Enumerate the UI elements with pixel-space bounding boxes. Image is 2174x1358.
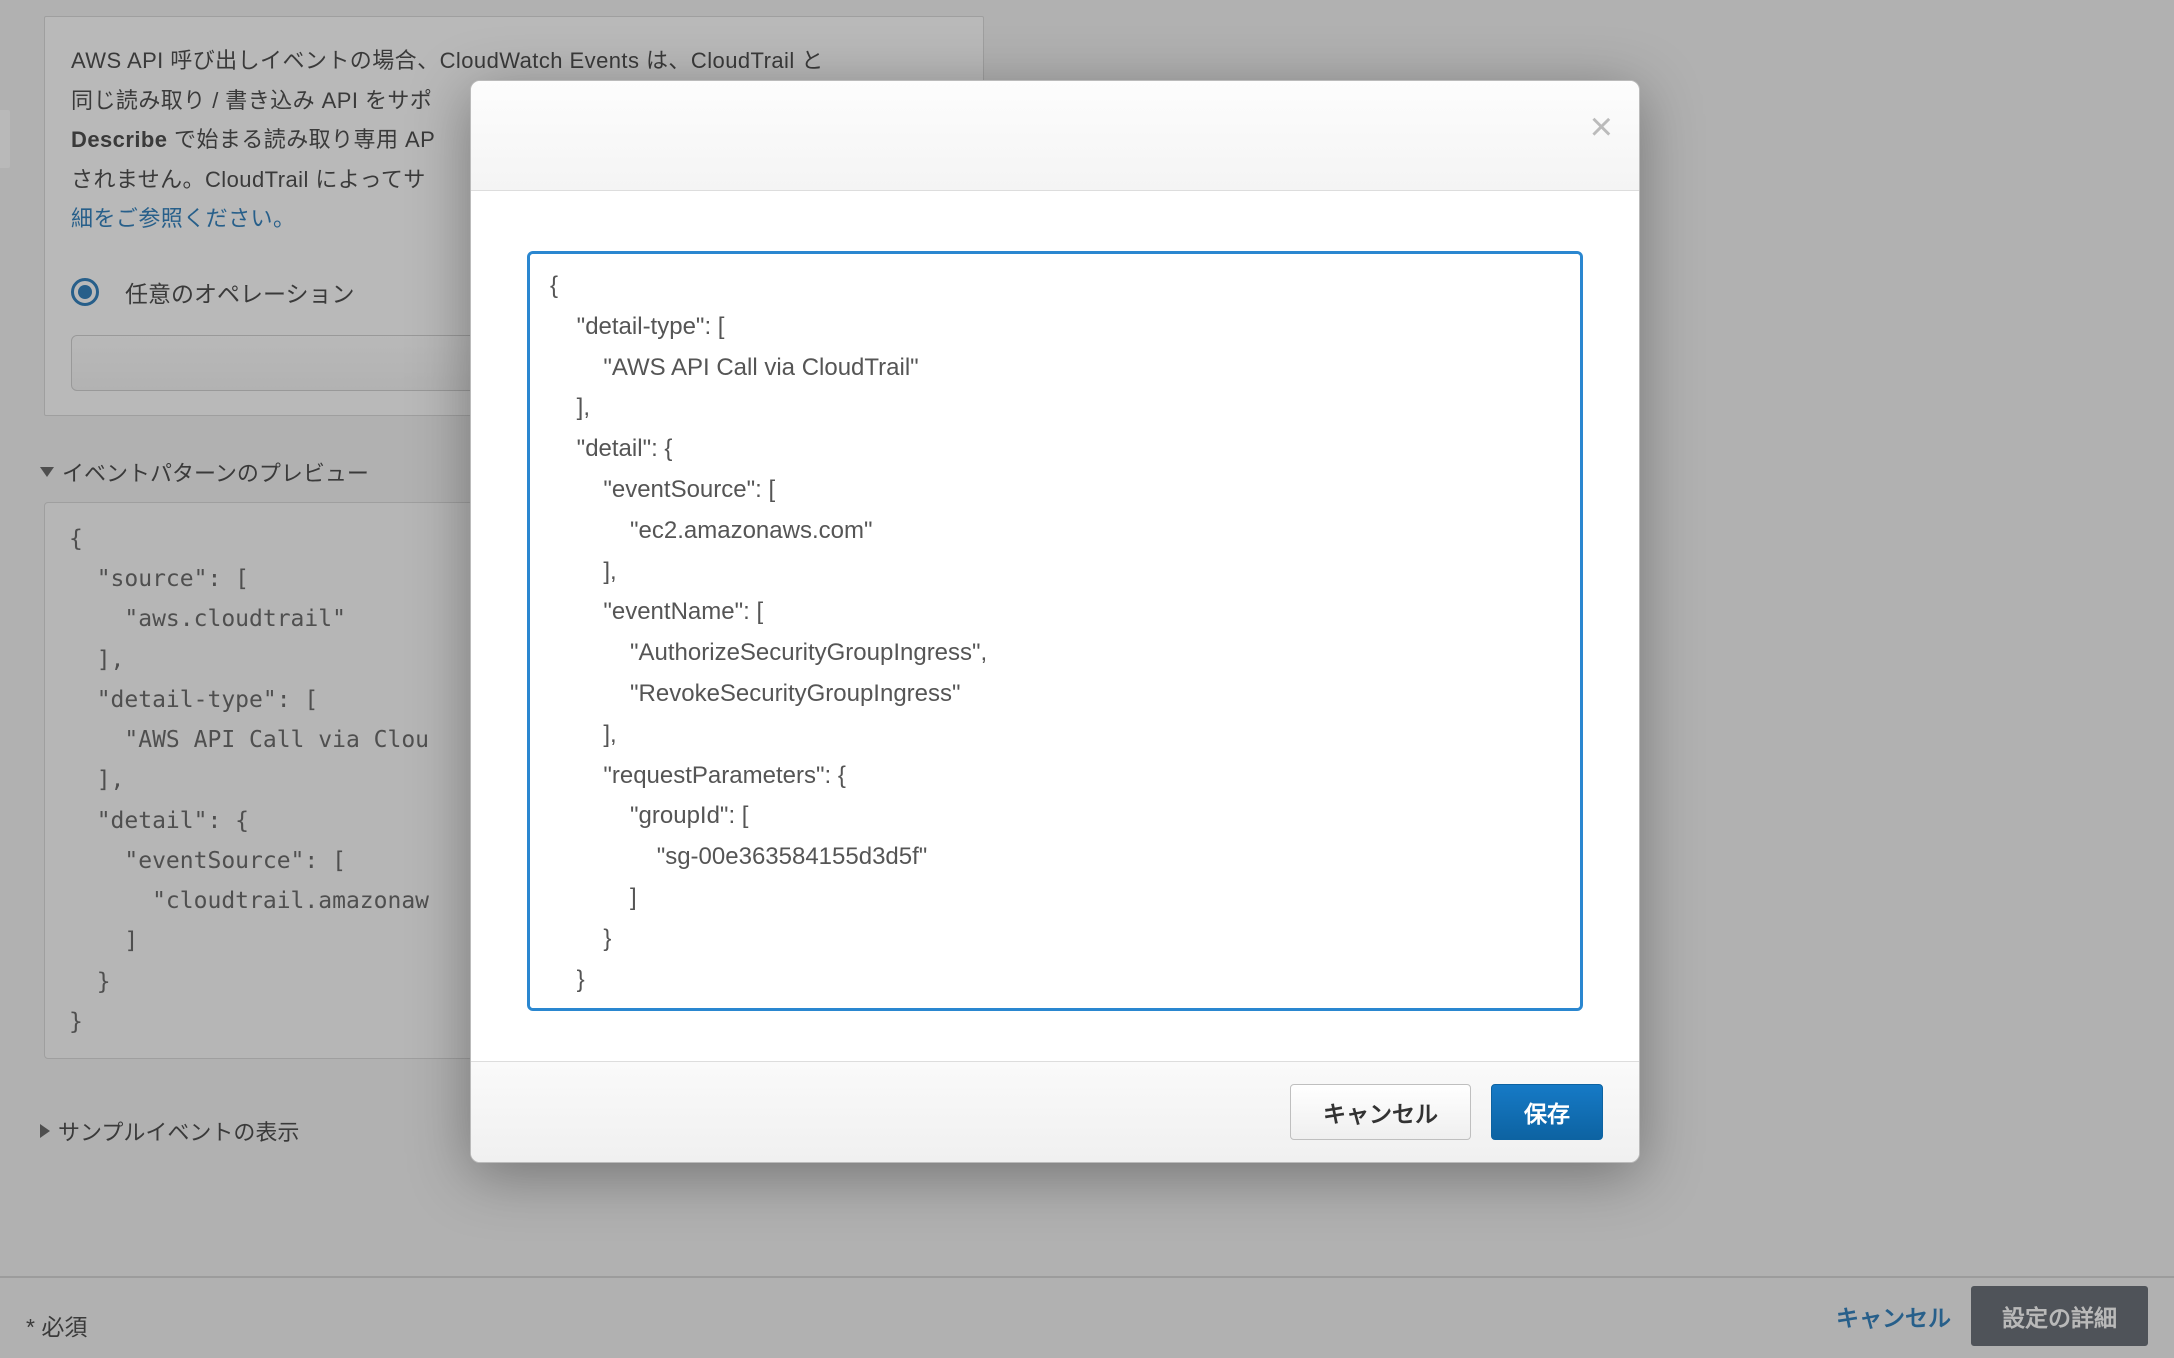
- close-icon[interactable]: ×: [1590, 107, 1613, 147]
- modal-body: [471, 191, 1639, 1061]
- modal-header: ×: [471, 81, 1639, 191]
- save-button[interactable]: 保存: [1491, 1084, 1603, 1140]
- modal-footer: キャンセル 保存: [471, 1061, 1639, 1162]
- event-pattern-editor[interactable]: [527, 251, 1583, 1011]
- edit-json-modal: × キャンセル 保存: [470, 80, 1640, 1163]
- cancel-button[interactable]: キャンセル: [1290, 1084, 1471, 1140]
